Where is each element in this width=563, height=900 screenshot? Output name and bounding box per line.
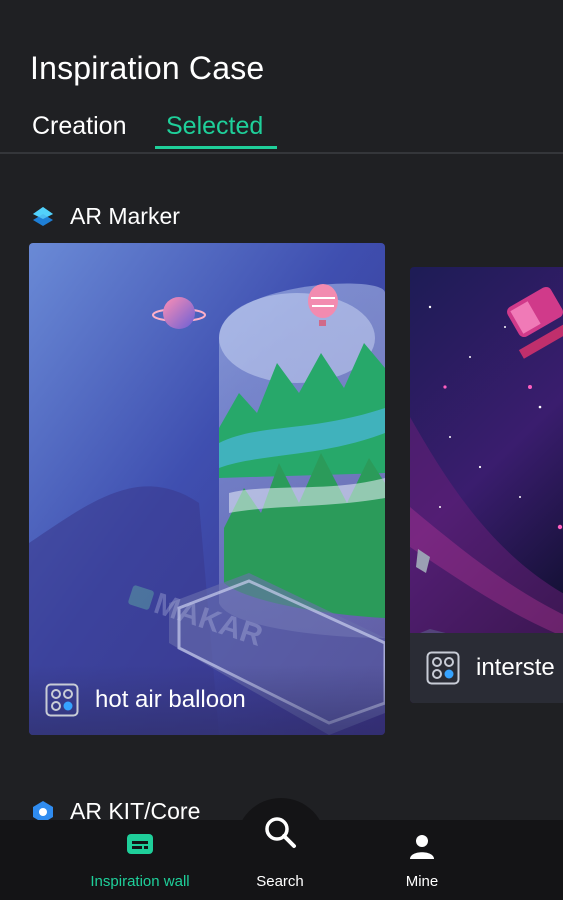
nav-search[interactable]: Search [230, 817, 330, 900]
case-card-hot-air-balloon[interactable]: MAKAR hot air balloon [29, 243, 385, 735]
nav-label: Inspiration wall [90, 873, 190, 890]
active-tab-indicator [155, 146, 277, 149]
ar-marker-icon [33, 206, 53, 226]
nav-label: Mine [405, 873, 439, 890]
card-artwork: MAKAR [29, 243, 385, 735]
person-icon [410, 835, 434, 859]
ar-scene-icon [426, 651, 460, 685]
search-icon [265, 817, 296, 848]
inspiration-wall-icon [127, 834, 153, 854]
tab-creation[interactable]: Creation [32, 112, 127, 141]
page-title: Inspiration Case [30, 50, 265, 86]
card-caption: hot air balloon [29, 665, 385, 735]
card-caption: interste [410, 633, 563, 703]
bottom-navigation: Inspiration wall Search Mine [0, 817, 563, 900]
card-title: hot air balloon [95, 686, 246, 713]
card-title: interste [476, 654, 555, 681]
tab-bar: Creation Selected [0, 108, 563, 154]
ar-scene-icon [45, 683, 79, 717]
nav-mine[interactable]: Mine [380, 820, 464, 900]
section-title: AR Marker [70, 203, 180, 229]
nav-inspiration-wall[interactable]: Inspiration wall [80, 820, 200, 900]
nav-label: Search [256, 873, 304, 890]
tab-selected[interactable]: Selected [166, 112, 263, 141]
section-header-ar-marker: AR Marker [30, 203, 180, 230]
case-card-interstellar[interactable]: interste [410, 267, 563, 703]
